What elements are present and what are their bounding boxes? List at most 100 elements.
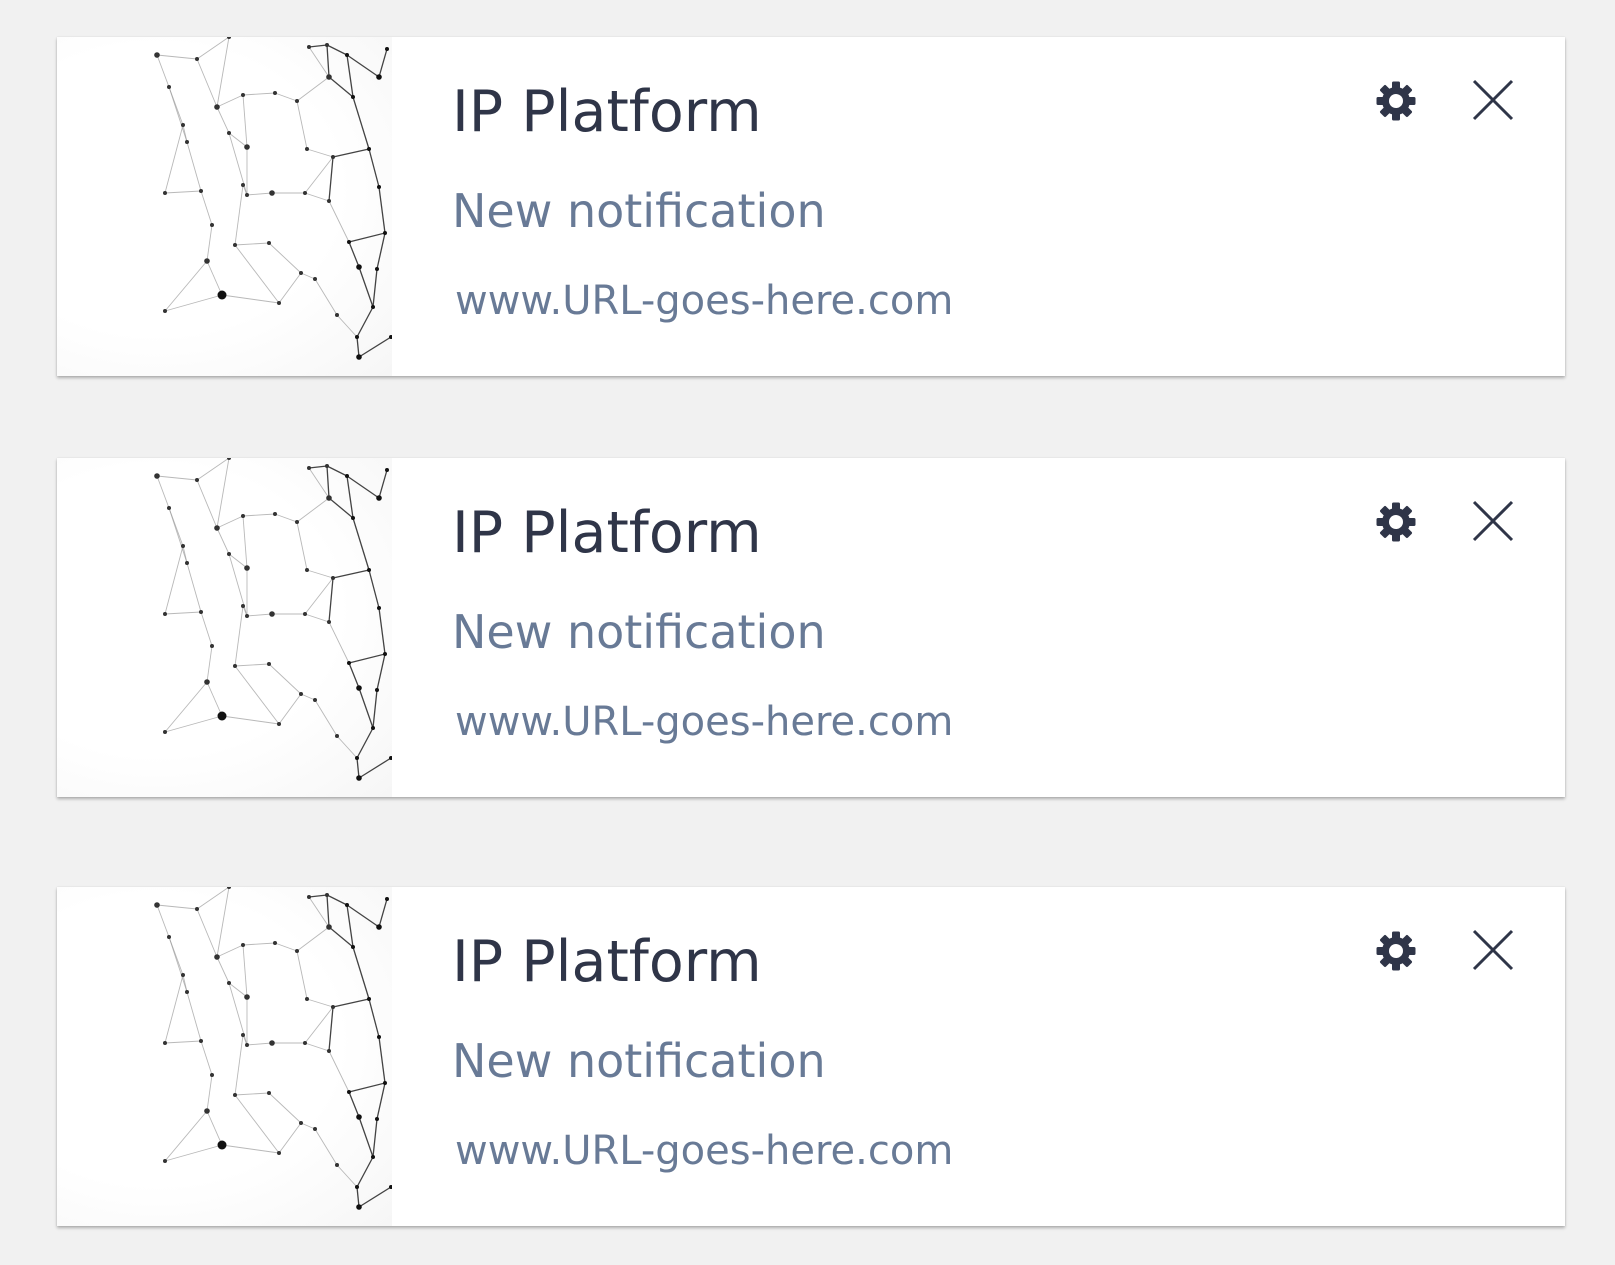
notification-close-button[interactable] xyxy=(1470,498,1516,544)
notification-settings-button[interactable] xyxy=(1374,79,1418,123)
notification-message: New notification xyxy=(452,605,826,659)
notification-close-button[interactable] xyxy=(1470,77,1516,123)
network-edge xyxy=(164,124,184,194)
network-node xyxy=(227,981,231,985)
network-edge xyxy=(206,681,223,717)
network-edge xyxy=(216,527,230,555)
network-node xyxy=(277,722,281,726)
network-edge xyxy=(242,92,276,96)
notification-card[interactable]: IP Platform New notification www.URL-goe… xyxy=(57,458,1565,797)
network-node xyxy=(214,525,220,531)
close-icon xyxy=(1472,929,1514,971)
network-node xyxy=(269,1040,275,1046)
network-edge xyxy=(372,689,378,729)
network-node xyxy=(241,1033,245,1037)
network-node xyxy=(327,1049,331,1053)
network-node xyxy=(355,335,359,339)
network-edge xyxy=(308,46,330,78)
network-edge xyxy=(314,278,338,316)
network-node xyxy=(383,652,387,656)
network-node xyxy=(326,495,332,501)
network-edge xyxy=(200,1040,213,1076)
network-edge xyxy=(156,904,170,938)
network-edge xyxy=(200,611,213,647)
network-edge xyxy=(216,887,230,958)
network-node xyxy=(241,183,245,187)
network-node xyxy=(331,155,335,159)
network-edge xyxy=(328,200,350,243)
network-node xyxy=(307,466,311,470)
network-node xyxy=(199,1039,203,1043)
network-node xyxy=(195,478,199,482)
network-edge xyxy=(300,272,316,280)
network-edge xyxy=(268,1092,302,1124)
network-edge xyxy=(296,497,330,523)
network-edge xyxy=(332,998,370,1008)
network-node xyxy=(377,606,381,610)
notification-url[interactable]: www.URL-goes-here.com xyxy=(455,1127,953,1175)
network-edge xyxy=(328,1006,334,1052)
network-graph-image xyxy=(154,887,392,1210)
network-edge xyxy=(326,44,348,56)
notification-close-button[interactable] xyxy=(1470,927,1516,973)
network-edge xyxy=(326,465,348,477)
notification-message: New notification xyxy=(452,184,826,238)
network-edge xyxy=(378,48,388,78)
network-node xyxy=(217,290,227,300)
network-node xyxy=(244,565,250,571)
network-node xyxy=(154,52,160,58)
network-edge xyxy=(186,562,202,613)
notification-url[interactable]: www.URL-goes-here.com xyxy=(455,277,953,325)
network-node xyxy=(227,458,231,460)
network-edge xyxy=(278,693,302,725)
network-node xyxy=(227,552,231,556)
notification-url[interactable]: www.URL-goes-here.com xyxy=(455,698,953,746)
network-edge xyxy=(216,515,244,529)
network-node xyxy=(295,520,299,524)
network-edge xyxy=(348,662,360,689)
network-node xyxy=(355,1185,359,1189)
network-edge xyxy=(304,613,330,623)
network-edge xyxy=(274,92,298,102)
network-node xyxy=(331,576,335,580)
network-edge xyxy=(164,715,223,733)
network-edge xyxy=(348,1091,360,1118)
close-icon xyxy=(1472,79,1514,121)
network-node xyxy=(356,685,362,691)
network-edge xyxy=(326,465,330,499)
network-node xyxy=(347,661,351,665)
network-edge xyxy=(296,950,308,1000)
network-edge xyxy=(368,569,380,609)
network-node xyxy=(355,756,359,760)
network-edge xyxy=(168,86,188,143)
network-node xyxy=(325,464,329,468)
notification-thumbnail xyxy=(57,37,392,376)
network-node xyxy=(331,1005,335,1009)
network-edge xyxy=(348,241,360,268)
network-node xyxy=(303,191,307,195)
notification-settings-button[interactable] xyxy=(1374,929,1418,973)
network-edge xyxy=(306,998,334,1008)
network-edge xyxy=(234,605,244,667)
network-node xyxy=(217,1140,227,1150)
network-edge xyxy=(378,469,388,499)
network-node xyxy=(295,949,299,953)
network-edge xyxy=(246,192,273,196)
network-node xyxy=(371,305,375,309)
network-edge xyxy=(358,266,374,308)
network-node xyxy=(245,193,249,197)
network-node xyxy=(313,698,317,702)
network-node xyxy=(385,468,389,472)
gear-icon xyxy=(1376,502,1416,542)
notification-card[interactable]: IP Platform New notification www.URL-goe… xyxy=(57,887,1565,1226)
network-node xyxy=(163,730,167,734)
network-edge xyxy=(368,998,380,1038)
network-node xyxy=(326,924,332,930)
notification-card[interactable]: IP Platform New notification www.URL-goe… xyxy=(57,37,1565,376)
network-node xyxy=(356,775,362,781)
notification-settings-button[interactable] xyxy=(1374,500,1418,544)
network-edge xyxy=(332,148,370,158)
network-edge xyxy=(352,517,370,571)
network-edge xyxy=(228,132,248,148)
network-edge xyxy=(346,54,354,98)
